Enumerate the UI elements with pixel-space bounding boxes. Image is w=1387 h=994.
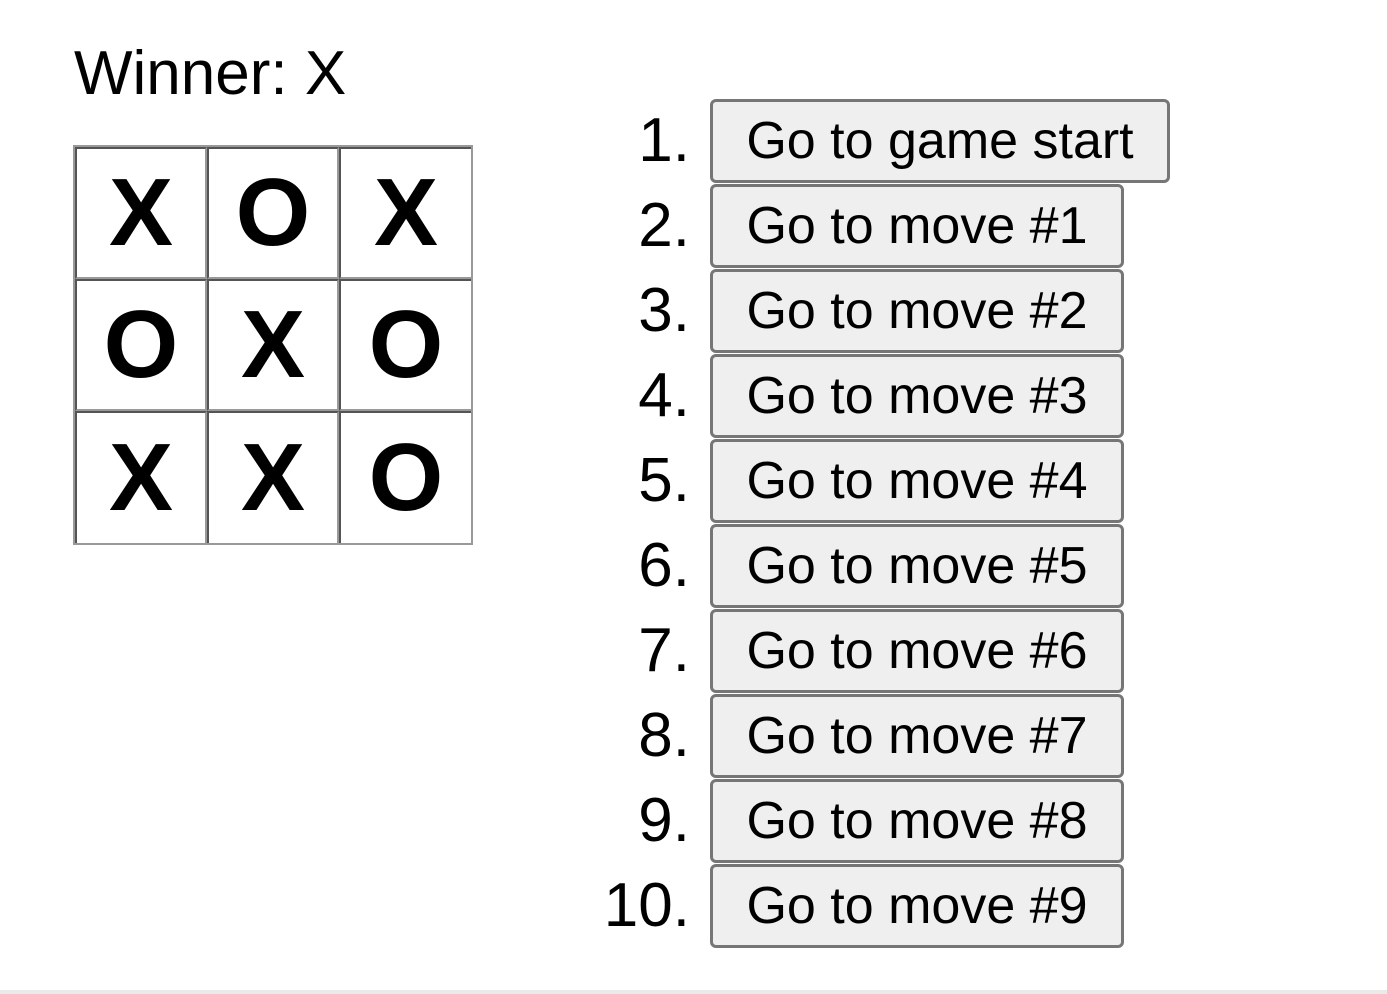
history-item: 7. Go to move #6 — [600, 608, 1170, 693]
square-0[interactable]: X — [75, 147, 207, 279]
square-7[interactable]: X — [207, 411, 339, 543]
go-to-move-2-button[interactable]: Go to move #2 — [710, 268, 1124, 353]
go-to-move-8-button[interactable]: Go to move #8 — [710, 778, 1124, 863]
move-number: 7. — [638, 615, 690, 685]
square-2[interactable]: X — [339, 147, 471, 279]
square-6[interactable]: X — [75, 411, 207, 543]
history-item: 10. Go to move #9 — [600, 863, 1170, 948]
go-to-move-5-button[interactable]: Go to move #5 — [710, 523, 1124, 608]
go-to-move-9-button[interactable]: Go to move #9 — [710, 863, 1124, 948]
game-board: X O X O X O X X O — [73, 145, 473, 545]
square-5[interactable]: O — [339, 279, 471, 411]
go-to-move-6-button[interactable]: Go to move #6 — [710, 608, 1124, 693]
move-number: 9. — [638, 785, 690, 855]
move-number: 8. — [638, 700, 690, 770]
move-number: 4. — [638, 360, 690, 430]
move-number: 6. — [638, 530, 690, 600]
move-history-list: 1. Go to game start 2. Go to move #1 3. … — [600, 98, 1170, 948]
history-item: 6. Go to move #5 — [600, 523, 1170, 608]
go-to-move-3-button[interactable]: Go to move #3 — [710, 353, 1124, 438]
game-status: Winner: X — [74, 39, 347, 108]
square-1[interactable]: O — [207, 147, 339, 279]
history-item: 8. Go to move #7 — [600, 693, 1170, 778]
history-item: 1. Go to game start — [600, 98, 1170, 183]
go-to-move-7-button[interactable]: Go to move #7 — [710, 693, 1124, 778]
square-4[interactable]: X — [207, 279, 339, 411]
bottom-edge-divider — [0, 990, 1387, 994]
history-item: 3. Go to move #2 — [600, 268, 1170, 353]
history-item: 2. Go to move #1 — [600, 183, 1170, 268]
move-number: 1. — [638, 105, 690, 175]
move-number: 10. — [603, 870, 690, 940]
go-to-move-1-button[interactable]: Go to move #1 — [710, 183, 1124, 268]
game: Winner: X X O X O X O X X O 1. Go to gam… — [0, 0, 1387, 994]
go-to-game-start-button[interactable]: Go to game start — [710, 98, 1170, 183]
go-to-move-4-button[interactable]: Go to move #4 — [710, 438, 1124, 523]
history-item: 4. Go to move #3 — [600, 353, 1170, 438]
history-item: 9. Go to move #8 — [600, 778, 1170, 863]
square-8[interactable]: O — [339, 411, 471, 543]
move-number: 3. — [638, 275, 690, 345]
move-number: 5. — [638, 445, 690, 515]
move-number: 2. — [638, 190, 690, 260]
square-3[interactable]: O — [75, 279, 207, 411]
history-item: 5. Go to move #4 — [600, 438, 1170, 523]
